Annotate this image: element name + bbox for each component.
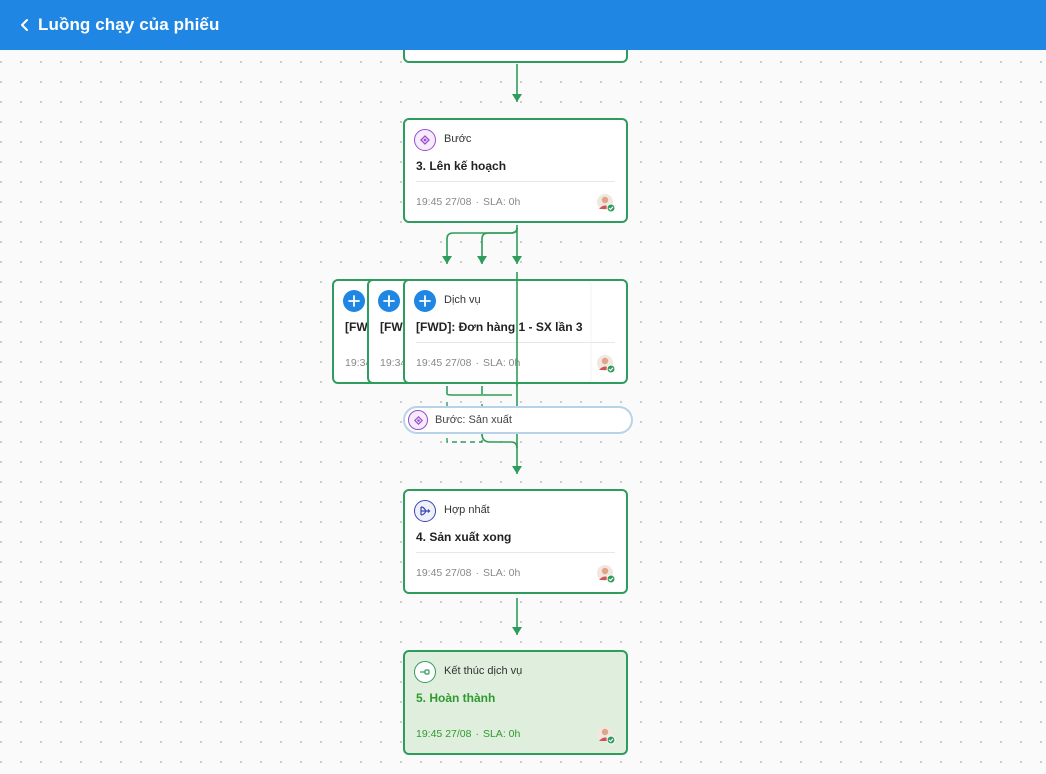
divider (416, 552, 615, 553)
group-label-pill[interactable]: Bước: Sản xuất (403, 406, 633, 434)
page-title: Luồng chạy của phiếu (38, 15, 220, 34)
card-meta: 19:45 27/08 · SLA: 0h (416, 567, 521, 579)
card-meta: 19:45 27/08 · SLA: 0h (416, 728, 521, 740)
user-avatar-icon (597, 726, 616, 745)
card-sla: SLA: 0h (482, 567, 521, 579)
step-icon (408, 410, 428, 430)
flow-card-merge[interactable]: Hợp nhất 4. Sản xuất xong 19:45 27/08 · SL… (403, 489, 628, 594)
top-bar: Luồng chạy của phiếu (0, 0, 1046, 50)
group-label: Bước: Sản xuất (435, 414, 512, 426)
card-time: 19:45 27/08 (416, 567, 472, 579)
card-kind: Hợp nhất (444, 504, 490, 516)
user-avatar-icon (597, 565, 616, 584)
card-title: 4. Sản xuất xong (416, 530, 512, 544)
card-sla: SLA: 0h (482, 728, 521, 740)
back-button[interactable] (0, 0, 32, 50)
card-title: 5. Hoàn thành (416, 691, 496, 705)
end-icon (414, 661, 436, 683)
chevron-left-icon (21, 19, 28, 31)
card-kind: Kết thúc dịch vụ (444, 665, 523, 677)
flow-canvas[interactable]: Bước 3. Lên kế hoạch 19:45 27/08 · SLA: 0h… (0, 50, 1046, 774)
card-time: 19:45 27/08 (416, 728, 472, 740)
merge-icon (414, 500, 436, 522)
divider (416, 713, 615, 714)
flow-card-end[interactable]: Kết thúc dịch vụ 5. Hoàn thành 19:45 27/… (403, 650, 628, 755)
